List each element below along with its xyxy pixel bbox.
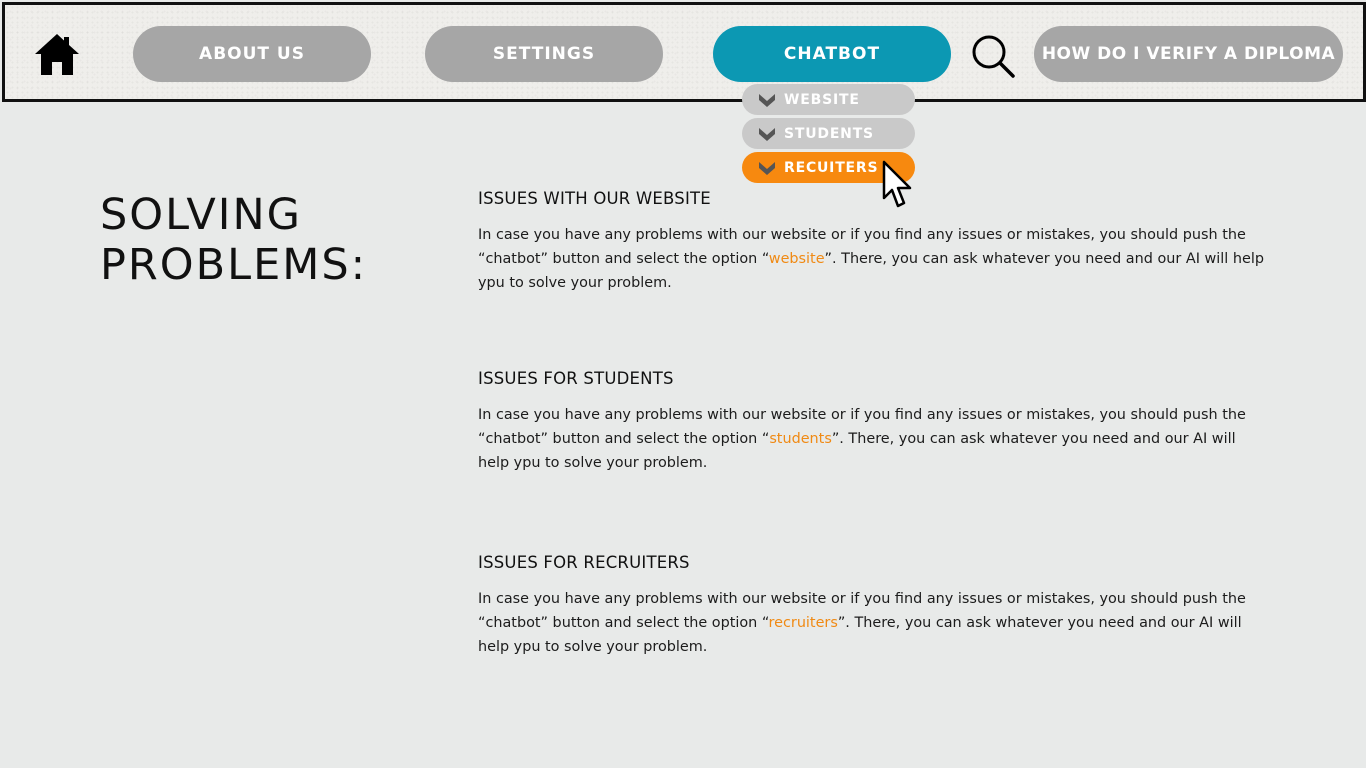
page-title-line1: SOLVING [100, 190, 302, 240]
home-icon[interactable] [33, 31, 81, 79]
chevron-down-icon [759, 161, 775, 175]
section-text: In case you have any problems with our w… [478, 403, 1268, 475]
chevron-down-icon [759, 93, 775, 107]
dropdown-item-label: RECUITERS [784, 159, 879, 176]
option-highlight: website [768, 251, 825, 267]
section-recruiter-issues: ISSUES FOR RECRUITERS In case you have a… [478, 553, 1268, 659]
option-highlight: students [769, 431, 832, 447]
section-website-issues: ISSUES WITH OUR WEBSITE In case you have… [478, 189, 1268, 295]
page-title-line2: PROBLEMS: [100, 240, 368, 290]
top-navigation-bar: ABOUT US SETTINGS CHATBOT HOW DO I VERIF… [2, 2, 1366, 102]
settings-button[interactable]: SETTINGS [425, 26, 663, 82]
section-text: In case you have any problems with our w… [478, 587, 1268, 659]
page-title: SOLVING PROBLEMS: [100, 190, 420, 290]
about-us-button[interactable]: ABOUT US [133, 26, 371, 82]
chatbot-button[interactable]: CHATBOT [713, 26, 951, 82]
section-text: In case you have any problems with our w… [478, 223, 1268, 295]
section-heading: ISSUES FOR STUDENTS [478, 369, 674, 388]
search-icon[interactable] [968, 31, 1018, 81]
dropdown-item-label: STUDENTS [784, 125, 874, 142]
section-student-issues: ISSUES FOR STUDENTS In case you have any… [478, 369, 1268, 475]
dropdown-item-label: WEBSITE [784, 91, 860, 108]
section-heading: ISSUES WITH OUR WEBSITE [478, 189, 711, 208]
section-heading: ISSUES FOR RECRUITERS [478, 553, 690, 572]
dropdown-item-students[interactable]: STUDENTS [742, 118, 915, 149]
dropdown-item-recruiters[interactable]: RECUITERS [742, 152, 915, 183]
verify-diploma-button[interactable]: HOW DO I VERIFY A DIPLOMA [1034, 26, 1343, 82]
dropdown-item-website[interactable]: WEBSITE [742, 84, 915, 115]
option-highlight: recruiters [768, 615, 838, 631]
chevron-down-icon [759, 127, 775, 141]
